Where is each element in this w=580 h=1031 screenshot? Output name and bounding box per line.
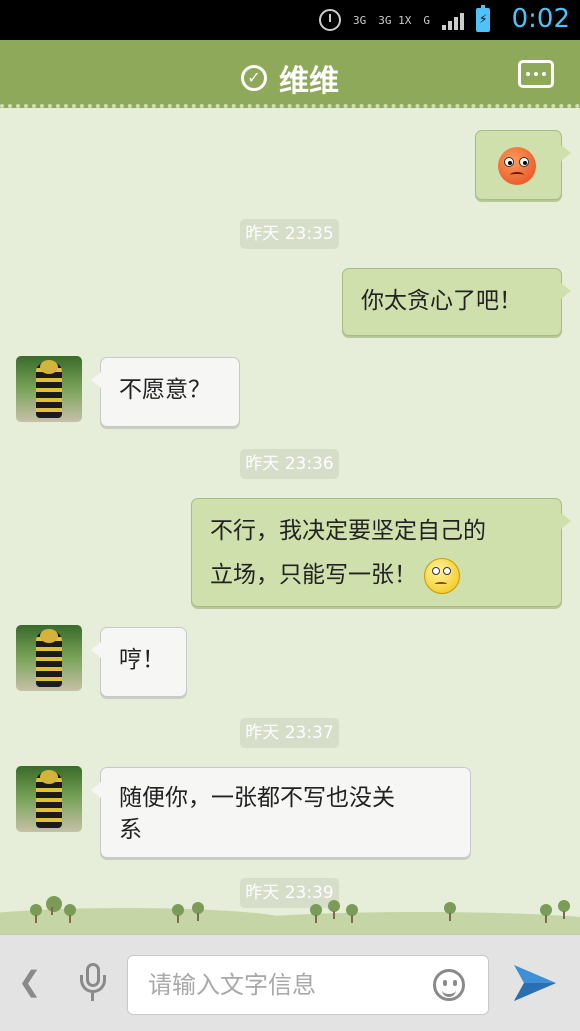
- check-circle-icon: ✓: [241, 65, 267, 91]
- timestamp-1: 昨天 23:35: [240, 219, 339, 249]
- timestamp-2: 昨天 23:36: [240, 449, 339, 479]
- status-icons: 3G 3G 1X G ⚡: [319, 5, 490, 32]
- incoming-message-2[interactable]: 哼！: [91, 627, 187, 697]
- alarm-icon: [319, 9, 341, 31]
- thinking-face-emoji-icon: [424, 557, 461, 594]
- avatar[interactable]: [16, 625, 82, 691]
- avatar[interactable]: [16, 356, 82, 422]
- signal-icon: [442, 10, 464, 30]
- contact-name: 维维: [279, 64, 339, 99]
- network-type-label: 3G: [353, 13, 367, 27]
- microphone-icon[interactable]: [78, 963, 108, 1003]
- incoming-message-3[interactable]: 随便你，一张都不写也没关 系: [91, 767, 471, 858]
- battery-icon: ⚡: [476, 5, 490, 32]
- scenery-decoration: [0, 896, 580, 934]
- network-type-label-3: G: [423, 13, 430, 27]
- status-bar: 3G 3G 1X G ⚡ 0:02: [0, 0, 580, 40]
- more-menu-button[interactable]: [518, 60, 554, 88]
- chevron-left-icon[interactable]: ❮: [18, 965, 41, 998]
- chat-header: ✓ 维维: [0, 40, 580, 108]
- chat-list[interactable]: 昨天 23:35 你太贪心了吧！ 不愿意？ 昨天 23:36 不行，我决定要坚定…: [0, 112, 580, 934]
- more-icon-dot: [526, 72, 530, 76]
- outgoing-message-1[interactable]: 你太贪心了吧！: [342, 268, 571, 336]
- avatar[interactable]: [16, 766, 82, 832]
- message-line: 立场，只能写一张！: [210, 562, 417, 588]
- angry-face-emoji-icon: [498, 147, 536, 185]
- input-bar: ❮: [0, 934, 580, 1031]
- incoming-message-1[interactable]: 不愿意？: [91, 357, 240, 427]
- network-type-label-2: 3G 1X: [378, 13, 412, 27]
- timestamp-3: 昨天 23:37: [240, 718, 339, 748]
- outgoing-message-2[interactable]: 不行，我决定要坚定自己的 立场，只能写一张！: [191, 498, 571, 607]
- status-clock: 0:02: [511, 4, 570, 34]
- outgoing-emoji-bubble[interactable]: [475, 130, 571, 200]
- smiley-icon[interactable]: [433, 969, 465, 1001]
- message-line-with-emoji: 立场，只能写一张！: [210, 553, 543, 597]
- message-line: 系: [119, 817, 142, 843]
- message-line: 随便你，一张都不写也没关: [119, 785, 395, 811]
- message-line: 不行，我决定要坚定自己的: [210, 518, 486, 544]
- paper-plane-icon[interactable]: [512, 961, 558, 1005]
